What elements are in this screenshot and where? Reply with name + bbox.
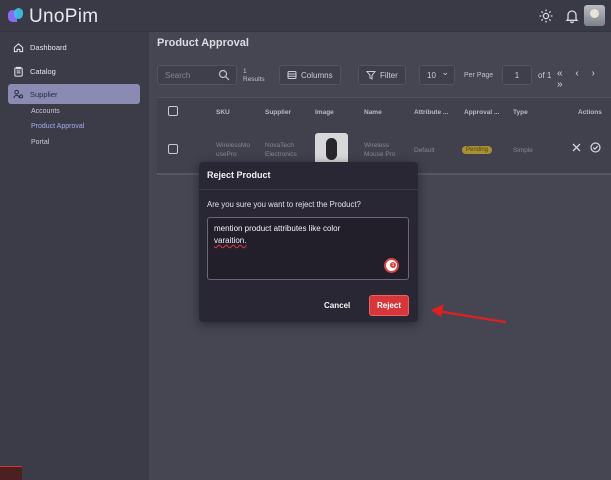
reject-product-modal: Reject Product Are you sure you want to … <box>199 162 418 322</box>
rejection-reason-textarea[interactable]: mention product attributes like color va… <box>207 217 409 280</box>
clipboard-icon <box>14 66 23 77</box>
supplier-icon <box>13 89 24 98</box>
reject-button[interactable]: Reject <box>369 295 409 316</box>
bell-icon[interactable] <box>564 8 580 24</box>
sidebar-item-label: Dashboard <box>30 42 67 52</box>
sidebar-item-label: Catalog <box>30 66 56 76</box>
corner-indicator <box>0 466 22 480</box>
sidebar-subitem-product-approval[interactable]: Product Approval <box>31 123 84 130</box>
sidebar-item-catalog[interactable]: Catalog <box>8 61 140 81</box>
modal-question: Are you sure you want to reject the Prod… <box>207 200 361 209</box>
unopim-logo[interactable]: UnoPim <box>8 6 98 28</box>
top-header: UnoPim <box>0 0 611 32</box>
sun-icon[interactable] <box>538 8 554 24</box>
sidebar: Dashboard Catalog Supplier Accounts Prod… <box>0 32 149 480</box>
logo-text: UnoPim <box>29 6 99 27</box>
sidebar-item-supplier[interactable]: Supplier <box>8 84 140 104</box>
textarea-line-2: varaition. <box>214 236 247 245</box>
sidebar-item-label: Supplier <box>30 89 58 99</box>
logo-mark-icon <box>8 8 24 26</box>
home-icon <box>13 42 24 52</box>
sidebar-subitem-portal[interactable]: Portal <box>31 139 49 146</box>
sidebar-subitem-accounts[interactable]: Accounts <box>31 108 60 115</box>
sidebar-item-dashboard[interactable]: Dashboard <box>8 37 140 57</box>
user-avatar[interactable] <box>584 5 605 26</box>
textarea-line-1: mention product attributes like color <box>214 224 341 233</box>
grammar-check-icon[interactable]: 1 <box>384 258 399 273</box>
cancel-button[interactable]: Cancel <box>324 301 350 310</box>
modal-title: Reject Product <box>207 170 271 180</box>
grammar-badge-count: 1 <box>390 262 396 268</box>
annotation-arrow-icon <box>431 304 507 324</box>
modal-divider <box>199 189 418 190</box>
